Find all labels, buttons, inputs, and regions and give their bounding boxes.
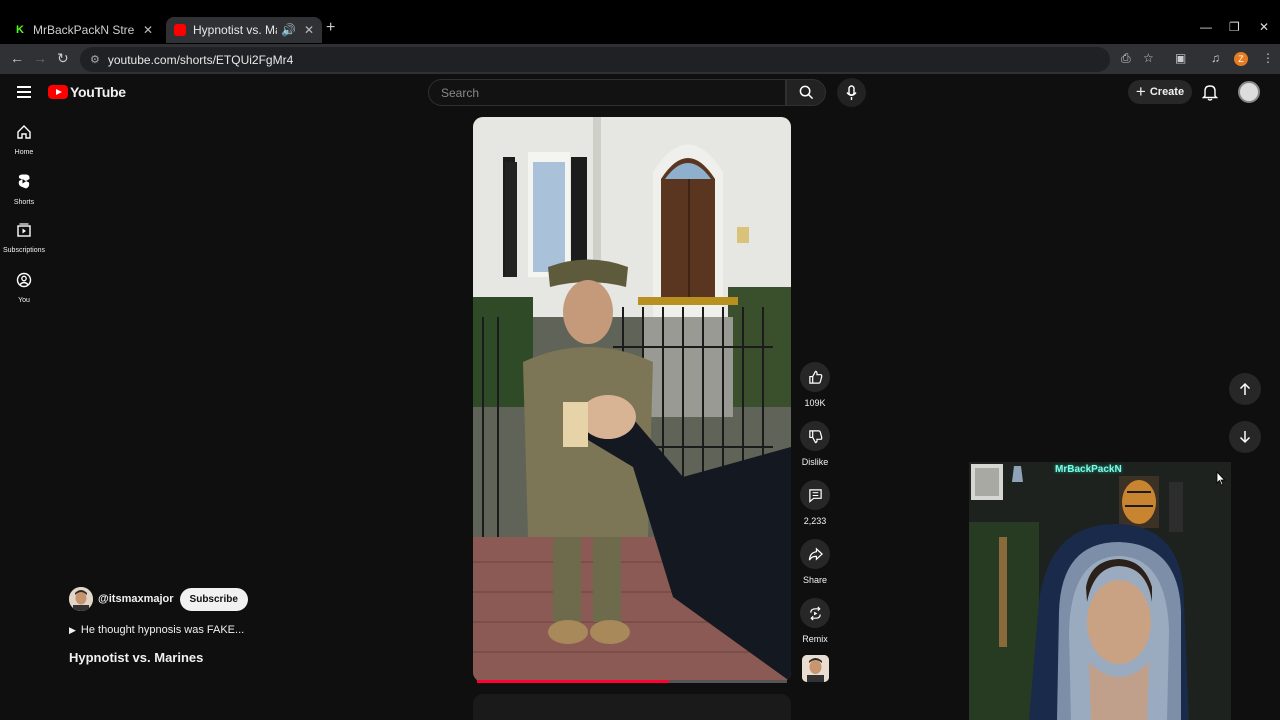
new-tab-button[interactable]: + — [326, 19, 335, 37]
comments-button[interactable]: 2,233 — [795, 480, 835, 526]
tab-kick-stream[interactable]: K MrBackPackN Stream - Watch Li ✕ — [6, 17, 161, 43]
short-title: Hypnotist vs. Marines — [69, 650, 204, 665]
channel-info: @itsmaxmajor Subscribe — [69, 587, 248, 611]
video-progress-fill — [477, 680, 670, 683]
video-progress-bar[interactable] — [477, 680, 787, 683]
extensions-icon[interactable]: ▣ — [1175, 51, 1186, 65]
microphone-icon — [846, 84, 857, 100]
share-icon — [808, 546, 823, 561]
dislike-button[interactable]: Dislike — [795, 421, 835, 467]
share-circle — [800, 539, 830, 569]
close-window-icon[interactable]: ✕ — [1259, 20, 1269, 34]
comment-icon — [808, 488, 822, 503]
url-text: youtube.com/shorts/ETQUi2FgMr4 — [107, 52, 294, 67]
comment-count: 2,233 — [803, 516, 827, 526]
plus-icon: + — [1135, 82, 1146, 101]
youtube-favicon-icon — [174, 24, 186, 36]
arrow-up-icon — [1239, 382, 1251, 395]
browser-tab-bar: K MrBackPackN Stream - Watch Li ✕ Hypnot… — [0, 0, 1280, 44]
remix-label: Remix — [802, 634, 828, 644]
search-icon — [799, 85, 813, 100]
guide-item-subscriptions[interactable]: Subscriptions — [0, 222, 48, 254]
tab-title: MrBackPackN Stream - Watch Li — [33, 23, 135, 37]
short-description[interactable]: ▶ He thought hypnosis was FAKE... — [69, 624, 244, 636]
guide-menu-icon[interactable] — [17, 86, 31, 98]
audio-source-thumbnail[interactable] — [802, 655, 829, 682]
comments-circle — [800, 480, 830, 510]
youtube-wordmark: YouTube — [70, 84, 126, 100]
guide-item-you[interactable]: You — [0, 272, 48, 304]
tab-title: Hypnotist vs. Marines - You — [193, 23, 277, 37]
arrow-down-icon — [1239, 431, 1251, 444]
search-box — [428, 79, 786, 106]
media-control-icon[interactable]: ♫ — [1211, 51, 1220, 65]
mouse-cursor-icon — [1216, 470, 1226, 491]
voice-search-button[interactable] — [837, 78, 866, 107]
site-info-icon[interactable]: ⚙ — [90, 53, 100, 66]
remix-icon — [809, 606, 821, 620]
webcam-image — [969, 462, 1231, 720]
description-text: He thought hypnosis was FAKE... — [80, 624, 245, 636]
youtube-masthead: YouTube + Create — [0, 74, 1280, 112]
previous-short-button[interactable] — [1229, 373, 1261, 405]
video-frame-image — [473, 117, 791, 682]
next-short-button[interactable] — [1229, 421, 1261, 453]
home-icon — [17, 125, 31, 139]
search-button[interactable] — [786, 79, 826, 106]
address-bar[interactable]: ⚙ youtube.com/shorts/ETQUi2FgMr4 — [80, 47, 1110, 72]
share-button[interactable]: Share — [795, 539, 835, 585]
forward-icon[interactable]: → — [33, 50, 47, 66]
account-avatar[interactable] — [1238, 81, 1260, 103]
you-icon — [16, 272, 32, 288]
notifications-bell-icon[interactable] — [1201, 84, 1219, 106]
guide-item-home[interactable]: Home — [0, 124, 48, 156]
back-icon[interactable]: ← — [10, 50, 24, 66]
shorts-video-player[interactable] — [473, 117, 791, 682]
youtube-play-icon — [48, 85, 68, 99]
guide-label: You — [18, 297, 30, 304]
close-tab-icon[interactable]: ✕ — [304, 23, 314, 37]
create-label: Create — [1149, 86, 1185, 98]
play-triangle-icon: ▶ — [69, 624, 76, 635]
guide-item-shorts[interactable]: Shorts — [0, 173, 48, 206]
guide-label: Home — [14, 149, 34, 156]
streamer-name-tag: MrBackPackN — [1055, 464, 1122, 475]
streamer-webcam-overlay — [969, 462, 1231, 720]
browser-toolbar: ← → ↻ ⚙ youtube.com/shorts/ETQUi2FgMr4 ⎙… — [0, 44, 1280, 74]
channel-avatar[interactable] — [69, 587, 93, 611]
like-count: 109K — [804, 398, 826, 408]
kick-favicon-icon: K — [14, 24, 26, 36]
next-short-preview — [473, 694, 791, 720]
restore-icon[interactable]: ❐ — [1229, 20, 1240, 34]
subscribe-button[interactable]: Subscribe — [179, 587, 248, 611]
install-app-icon[interactable]: ⎙ — [1121, 51, 1131, 66]
share-label: Share — [802, 575, 828, 585]
profile-avatar[interactable]: Z — [1234, 52, 1248, 66]
tab-youtube-short[interactable]: Hypnotist vs. Marines - You 🔊 ✕ — [166, 17, 322, 43]
search-input[interactable] — [441, 85, 761, 100]
like-circle — [800, 362, 830, 392]
create-button[interactable]: + Create — [1128, 80, 1192, 104]
browser-menu-icon[interactable]: ⋮ — [1262, 51, 1274, 65]
remix-button[interactable]: Remix — [795, 598, 835, 644]
channel-handle[interactable]: @itsmaxmajor — [98, 593, 174, 605]
guide-label: Shorts — [13, 199, 35, 206]
bookmark-star-icon[interactable]: ☆ — [1143, 51, 1154, 65]
subscriptions-icon — [17, 223, 31, 237]
minimize-icon[interactable]: — — [1200, 20, 1212, 34]
thumbs-up-icon — [808, 370, 822, 384]
youtube-logo[interactable]: YouTube — [48, 84, 126, 100]
thumbs-down-icon — [808, 429, 822, 443]
remix-circle — [800, 598, 830, 628]
shorts-icon — [18, 174, 30, 189]
like-button[interactable]: 109K — [795, 362, 835, 408]
dislike-circle — [800, 421, 830, 451]
guide-label: Subscriptions — [2, 247, 46, 254]
dislike-label: Dislike — [801, 457, 829, 467]
audio-playing-icon[interactable]: 🔊 — [281, 23, 296, 37]
reload-icon[interactable]: ↻ — [57, 50, 69, 67]
close-tab-icon[interactable]: ✕ — [143, 23, 153, 37]
